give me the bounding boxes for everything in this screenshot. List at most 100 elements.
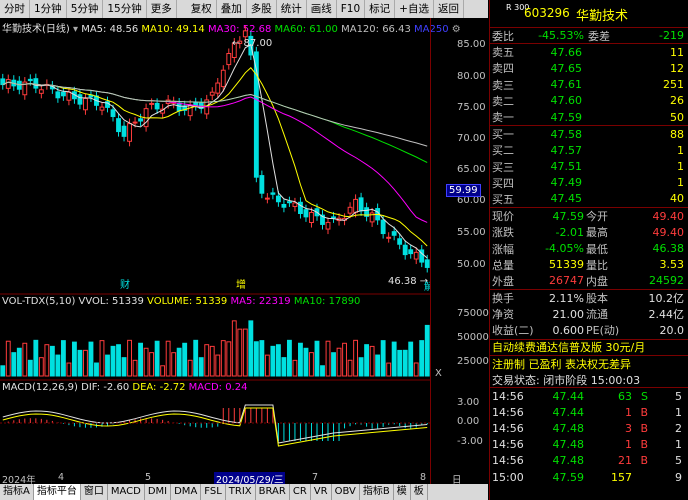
indicator-tabs: 指标A 指标平台 窗口 MACD DMI DMA FSL TRIX BRAR CR VR OBV 指标B… (0, 484, 488, 500)
stat-value: -2.01 (555, 225, 584, 239)
level-label: 买四 (492, 176, 514, 190)
kline-chart[interactable]: ← 87.0046.38 →财增解 (0, 18, 430, 472)
price-tick: 50.00 (457, 259, 486, 270)
tick-count: 2 (675, 422, 682, 436)
chart-panel[interactable]: 分时 1分钟 5分钟 15分钟 更多 复权 叠加 多股 统计 画线 F10 标记 +自选 返回 华勤技术(… (0, 0, 489, 500)
stat-label: 量比 (586, 258, 608, 272)
toolbar-item[interactable]: F10 (337, 0, 366, 18)
volume-bar (27, 359, 33, 377)
indicator-tab[interactable]: OBV (332, 484, 360, 500)
candle-body (331, 216, 336, 219)
indicator-tab[interactable]: TRIX (226, 484, 256, 500)
volume-bar (182, 342, 188, 377)
tick-row: 14:56 47.48 3 B 2 (490, 421, 688, 437)
ask-row[interactable]: 卖一 47.59 50 (490, 109, 688, 125)
stat-row: 净资 21.00 流通 2.44亿 (490, 306, 688, 322)
candle-body (154, 102, 160, 110)
price-tick: 65.00 (457, 164, 486, 175)
indicator-tab[interactable]: FSL (201, 484, 226, 500)
toolbar-item[interactable]: 多股 (247, 0, 277, 18)
indicator-tab[interactable]: 板 (411, 484, 428, 500)
level-price: 47.59 (550, 110, 583, 124)
bid-row[interactable]: 买一 47.58 88 (490, 126, 688, 142)
stat-label: 涨跌 (492, 226, 514, 240)
tick-volume: 63 (618, 389, 632, 403)
indicator-tab[interactable]: DMI (145, 484, 172, 500)
toolbar-item[interactable]: 返回 (434, 0, 464, 18)
toolbar-item[interactable]: 15分钟 (103, 0, 147, 18)
indicator-tab[interactable]: 模 (394, 484, 411, 500)
indicator-tab[interactable]: BRAR (256, 484, 290, 500)
volume-bar (402, 349, 408, 377)
candle-body (358, 197, 364, 212)
macd-dif: DIF: -2.60 (81, 382, 130, 393)
bid-row[interactable]: 买二 47.57 1 (490, 142, 688, 158)
stat-row: 外盘 26747 内盘 24592 (490, 273, 688, 289)
volume-bar (77, 349, 83, 377)
toolbar-item[interactable]: 统计 (277, 0, 307, 18)
tick-price: 47.44 (552, 389, 585, 403)
volume-bar (413, 362, 419, 377)
date-label: 8 (420, 472, 427, 483)
volume-bar (253, 341, 259, 377)
ask-row[interactable]: 卖三 47.61 251 (490, 77, 688, 93)
toolbar-item[interactable]: 复权 (187, 0, 217, 18)
volume-bar (325, 340, 331, 377)
ask-row[interactable]: 卖四 47.65 12 (490, 60, 688, 76)
stat-label: 最低 (586, 242, 608, 256)
bid-row[interactable]: 买四 47.49 1 (490, 175, 688, 191)
level-price: 47.60 (550, 94, 583, 108)
indicator-tab[interactable]: DMA (171, 484, 202, 500)
volume-bar (303, 347, 309, 377)
ask-row[interactable]: 卖五 47.66 11 (490, 44, 688, 60)
candle-body (149, 102, 155, 105)
toolbar-item[interactable]: 标记 (365, 0, 396, 18)
stat-value: 49.40 (652, 209, 685, 223)
tick-row: 14:56 47.44 1 B 1 (490, 404, 688, 420)
toolbar-item[interactable]: 画线 (307, 0, 337, 18)
candle-body (60, 91, 66, 97)
indicator-tab[interactable]: 指标B (360, 484, 394, 500)
stat-value: 51339 (549, 258, 584, 272)
toolbar-item[interactable]: 5分钟 (67, 0, 104, 18)
tick-side: B (640, 438, 648, 452)
ask-row[interactable]: 卖二 47.60 26 (490, 93, 688, 109)
candle-body (33, 78, 39, 89)
toolbar-item[interactable]: +自选 (395, 0, 434, 18)
macd-tick: -3.00 (457, 436, 483, 447)
volume-legend: VOL-TDX(5,10) VVOL: 51339 VOLUME: 51339 … (2, 296, 360, 307)
indicator-tab[interactable]: MACD (108, 484, 145, 500)
candle-body (424, 259, 430, 268)
quote-panel: R 300 603296 华勤技术 委比 -45.53% 委差 -219 卖五 … (489, 0, 688, 500)
bid-row[interactable]: 买三 47.51 1 (490, 159, 688, 175)
toolbar-item[interactable]: 叠加 (217, 0, 247, 18)
volume-bar (116, 344, 121, 377)
candle-body (264, 197, 270, 200)
price-tick: 85.00 (457, 39, 486, 50)
volume-bar (347, 359, 353, 377)
volume-bar (83, 349, 88, 377)
toolbar-item[interactable]: 分时 (0, 0, 30, 18)
indicator-tab[interactable]: VR (311, 484, 332, 500)
vol-ma10: MA10: 17890 (293, 296, 361, 307)
dif-line (2, 404, 428, 444)
volume-bar (143, 347, 149, 377)
candle-body (220, 69, 226, 88)
stat-label: 涨幅 (492, 242, 514, 256)
candle-body (215, 82, 221, 94)
volume-bar (424, 324, 430, 377)
indicator-tab[interactable]: 窗口 (81, 484, 108, 500)
stat-row: 总量 51339 量比 3.53 (490, 257, 688, 273)
ad-banner[interactable]: 自动续费通达信普及版 30元/月 (490, 340, 688, 356)
indicator-tab[interactable]: 指标平台 (33, 484, 81, 500)
tick-time: 15:00 (492, 470, 524, 484)
indicator-tab[interactable]: 指标A (0, 484, 34, 500)
notice-line: 注册制 已盈利 表决权无差异 (492, 357, 631, 371)
toolbar-item[interactable]: 1分钟 (30, 0, 67, 18)
stat-label: PE(动) (586, 324, 620, 338)
indicator-tab[interactable]: CR (290, 484, 311, 500)
level-volume: 251 (663, 78, 684, 92)
toolbar-item[interactable]: 更多 (147, 0, 177, 18)
volume-bar (220, 340, 226, 377)
bid-row[interactable]: 买五 47.45 40 (490, 191, 688, 207)
